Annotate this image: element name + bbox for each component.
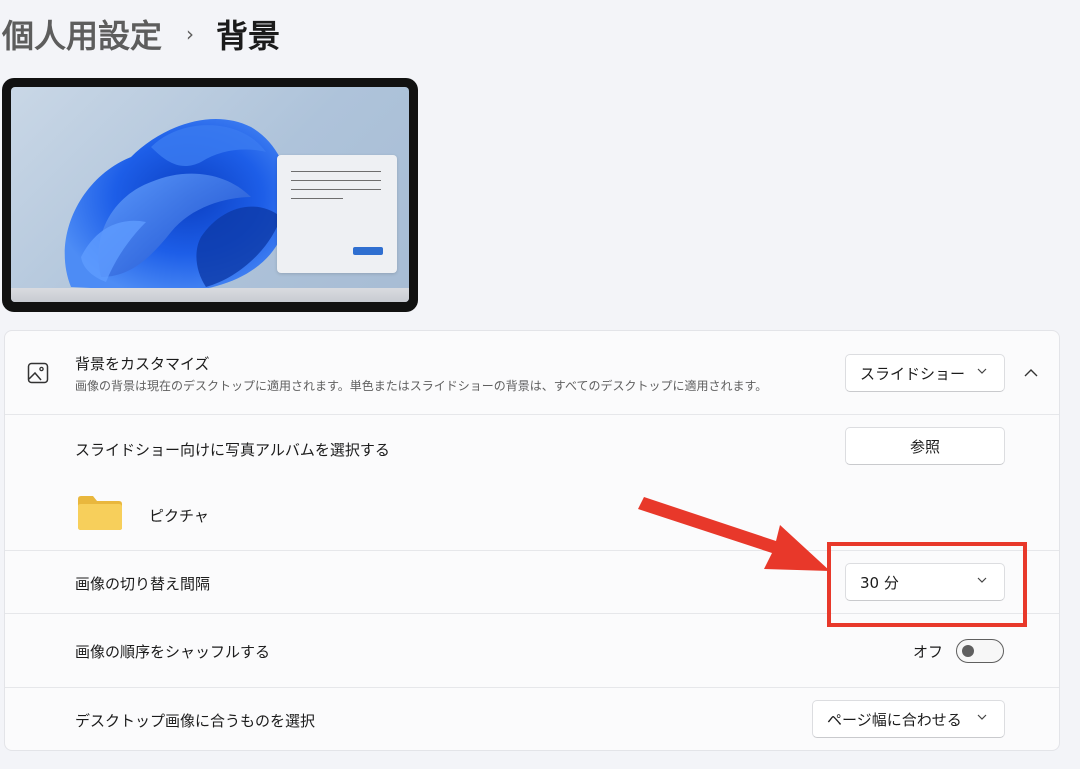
chevron-down-icon (977, 368, 987, 374)
shuffle-label: 画像の順序をシャッフルする (75, 643, 271, 661)
image-interval-row: 画像の切り替え間隔 30 分 (5, 551, 1059, 614)
customize-background-row: 背景をカスタマイズ 画像の背景は現在のデスクトップに適用されます。単色またはスラ… (5, 331, 1059, 415)
interval-dropdown[interactable]: 30 分 (845, 563, 1005, 601)
folder-icon (78, 496, 122, 530)
toggle-knob (962, 645, 974, 657)
breadcrumb: 個人用設定 › 背景 (2, 12, 280, 56)
breadcrumb-parent[interactable]: 個人用設定 (2, 11, 162, 57)
photo-album-row: スライドショー向けに写真アルバムを選択する 参照 ピクチャ (5, 415, 1059, 551)
folder-name[interactable]: ピクチャ (149, 505, 209, 526)
page-title: 背景 (216, 17, 281, 55)
shuffle-state-label: オフ (913, 643, 944, 661)
image-interval-label: 画像の切り替え間隔 (75, 575, 211, 593)
customize-background-description: 画像の背景は現在のデスクトップに適用されます。単色またはスライドショーの背景は、… (75, 379, 768, 393)
shuffle-row: 画像の順序をシャッフルする オフ (5, 614, 1059, 688)
photo-album-label: スライドショー向けに写真アルバムを選択する (75, 441, 390, 459)
preview-screen (11, 87, 409, 302)
fit-value: ページ幅に合わせる (827, 710, 962, 729)
shuffle-toggle[interactable] (956, 639, 1004, 663)
chevron-down-icon (977, 714, 987, 720)
breadcrumb-separator: › (186, 22, 195, 46)
fit-row: デスクトップ画像に合うものを選択 ページ幅に合わせる (5, 688, 1059, 750)
collapse-chevron-up-icon[interactable] (1023, 367, 1039, 379)
image-icon (27, 362, 49, 384)
preview-taskbar (11, 288, 409, 302)
interval-value: 30 分 (860, 573, 899, 592)
preview-window (277, 155, 397, 273)
background-type-dropdown[interactable]: スライドショー (845, 354, 1005, 392)
fit-label: デスクトップ画像に合うものを選択 (75, 712, 316, 730)
fit-dropdown[interactable]: ページ幅に合わせる (812, 700, 1005, 738)
background-settings-panel: 背景をカスタマイズ 画像の背景は現在のデスクトップに適用されます。単色またはスラ… (4, 330, 1060, 751)
chevron-down-icon (977, 577, 987, 583)
desktop-preview (2, 78, 418, 312)
customize-background-title: 背景をカスタマイズ (75, 355, 210, 373)
background-type-value: スライドショー (860, 364, 966, 383)
browse-button[interactable]: 参照 (845, 427, 1005, 465)
